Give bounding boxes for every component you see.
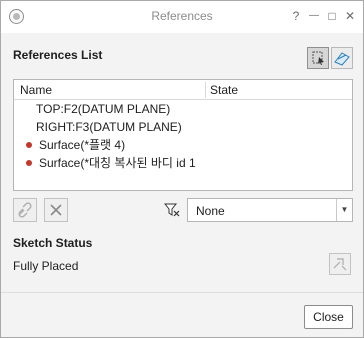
- column-divider: [205, 82, 206, 98]
- table-header: [14, 80, 352, 100]
- select-reference-button[interactable]: [307, 47, 329, 69]
- close-button[interactable]: Close: [304, 305, 353, 329]
- references-dialog: References ? — □ ✕ References List Name …: [0, 0, 364, 338]
- table-row[interactable]: TOP:F2(DATUM PLANE): [14, 100, 352, 118]
- orient-view-icon: [334, 52, 350, 66]
- minimize-button[interactable]: —: [305, 7, 323, 25]
- orient-view-button[interactable]: [331, 47, 353, 69]
- filter-icon: [164, 203, 180, 217]
- reference-name: TOP:F2(DATUM PLANE): [36, 102, 171, 116]
- table-row[interactable]: Surface(*플랫 4): [14, 136, 352, 154]
- chevron-down-icon[interactable]: ▼: [336, 199, 352, 221]
- footer-divider: [1, 292, 363, 293]
- reference-name: RIGHT:F3(DATUM PLANE): [36, 120, 182, 134]
- remove-reference-button[interactable]: [44, 198, 68, 222]
- maximize-button[interactable]: □: [323, 7, 341, 25]
- table-row[interactable]: RIGHT:F3(DATUM PLANE): [14, 118, 352, 136]
- sketch-status-heading: Sketch Status: [13, 236, 93, 250]
- title-bar: References ? — □ ✕: [1, 1, 363, 33]
- sketch-status-value: Fully Placed: [13, 259, 79, 273]
- auto-place-icon: [333, 258, 347, 271]
- table-row[interactable]: Surface(*대칭 복사된 바디 id 1: [14, 154, 352, 172]
- column-name-header[interactable]: Name: [20, 80, 52, 100]
- help-button[interactable]: ?: [287, 7, 305, 25]
- missing-reference-marker-icon: [26, 160, 32, 166]
- delete-x-icon: [50, 204, 62, 216]
- filter-selected-value: None: [196, 204, 225, 218]
- close-window-button[interactable]: ✕: [341, 7, 359, 25]
- select-reference-icon: [312, 51, 324, 65]
- reference-name: Surface(*플랫 4): [39, 138, 126, 152]
- column-state-header[interactable]: State: [210, 80, 238, 100]
- replace-reference-button[interactable]: [13, 198, 37, 222]
- references-list-heading: References List: [13, 48, 103, 62]
- filter-select[interactable]: None ▼: [187, 198, 353, 222]
- reference-name: Surface(*대칭 복사된 바디 id 1: [39, 156, 196, 170]
- references-table[interactable]: Name State TOP:F2(DATUM PLANE) RIGHT:F3(…: [13, 79, 353, 191]
- link-icon: [18, 202, 32, 218]
- missing-reference-marker-icon: [26, 142, 32, 148]
- auto-place-button[interactable]: [329, 253, 351, 275]
